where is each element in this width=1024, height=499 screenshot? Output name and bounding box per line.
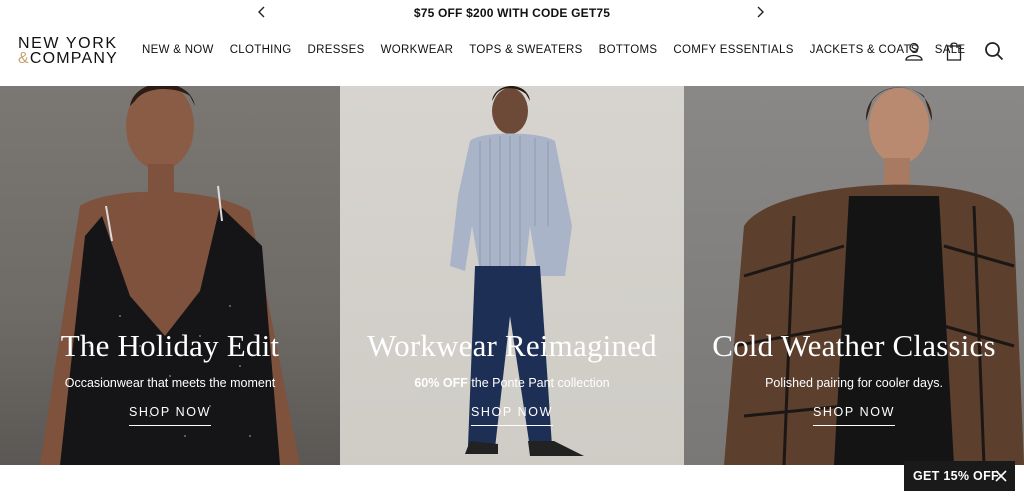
hero-tile-subtitle-rest: the Ponte Pant collection (467, 376, 610, 390)
nav-item-tops-sweaters[interactable]: TOPS & SWEATERS (469, 44, 582, 56)
header-icons (904, 40, 1004, 62)
hero-tile-title: The Holiday Edit (60, 328, 280, 363)
discount-tab[interactable]: GET 15% OFF (904, 461, 1015, 491)
hero-tile-subtitle-bold: 60% OFF (414, 376, 468, 390)
hero-tile-title: Workwear Reimagined (367, 328, 657, 363)
discount-label: GET 15% OFF (913, 469, 999, 483)
nav-item-workwear[interactable]: WORKWEAR (381, 44, 454, 56)
hero-tile-subtitle: Polished pairing for cooler days. (765, 376, 943, 390)
hero-tile-subtitle: 60% OFF the Ponte Pant collection (340, 376, 684, 390)
hero-tile-title: Cold Weather Classics (712, 328, 996, 363)
logo-company: COMPANY (29, 50, 118, 67)
promo-text[interactable]: $75 OFF $200 WITH CODE GET75 (414, 6, 610, 20)
hero-banner: The Holiday Edit Occasionwear that meets… (0, 86, 1024, 465)
hero-tile-workwear[interactable]: Workwear Reimagined 60% OFF the Ponte Pa… (340, 86, 684, 465)
nav-item-bottoms[interactable]: BOTTOMS (599, 44, 658, 56)
account-icon[interactable] (904, 40, 924, 62)
shop-now-link[interactable]: SHOP NOW (470, 405, 554, 426)
nav-item-comfy-essentials[interactable]: COMFY ESSENTIALS (673, 44, 793, 56)
search-icon[interactable] (984, 40, 1004, 62)
page-below-fold (0, 465, 1024, 499)
chevron-left-icon[interactable] (254, 4, 270, 20)
shopping-bag-icon[interactable] (944, 40, 964, 62)
chevron-right-icon[interactable] (752, 4, 768, 20)
site-header: NEW YORK &COMPANY NEW & NOW CLOTHING DRE… (0, 26, 1024, 86)
shop-now-link[interactable]: SHOP NOW (128, 405, 212, 426)
nav-item-clothing[interactable]: CLOTHING (230, 44, 292, 56)
hero-tile-holiday[interactable]: The Holiday Edit Occasionwear that meets… (0, 86, 340, 465)
close-icon[interactable] (994, 469, 1008, 483)
hero-tile-cold-weather[interactable]: Cold Weather Classics Polished pairing f… (684, 86, 1024, 465)
logo-line-2: &COMPANY (18, 50, 128, 67)
logo-ampersand: & (18, 50, 30, 67)
nav-item-dresses[interactable]: DRESSES (308, 44, 365, 56)
main-nav: NEW & NOW CLOTHING DRESSES WORKWEAR TOPS… (142, 44, 981, 56)
nav-item-jackets-coats[interactable]: JACKETS & COATS (810, 44, 919, 56)
promo-bar: $75 OFF $200 WITH CODE GET75 (0, 0, 1024, 26)
nav-item-new-now[interactable]: NEW & NOW (142, 44, 214, 56)
logo-line-1: NEW YORK (18, 35, 118, 52)
hero-tile-subtitle: Occasionwear that meets the moment (64, 376, 276, 390)
brand-logo[interactable]: NEW YORK &COMPANY (18, 35, 128, 67)
shop-now-link[interactable]: SHOP NOW (812, 405, 896, 426)
